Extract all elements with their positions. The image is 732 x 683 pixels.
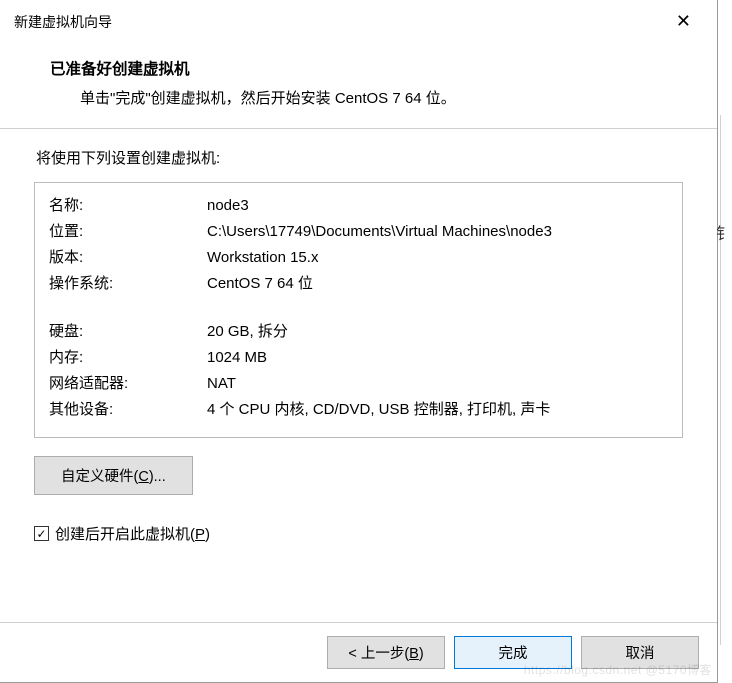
customize-hardware-button[interactable]: 自定义硬件(C)... bbox=[34, 456, 193, 495]
power-on-checkbox-row[interactable]: ✓ 创建后开启此虚拟机(P) bbox=[34, 523, 683, 544]
checkbox-icon[interactable]: ✓ bbox=[34, 526, 49, 541]
settings-intro: 将使用下列设置创建虚拟机: bbox=[34, 147, 683, 168]
setting-row: 内存:1024 MB bbox=[49, 345, 668, 371]
wizard-header: 已准备好创建虚拟机 单击"完成"创建虚拟机，然后开始安装 CentOS 7 64… bbox=[0, 43, 717, 129]
setting-label: 名称: bbox=[49, 193, 207, 219]
setting-value: C:\Users\17749\Documents\Virtual Machine… bbox=[207, 219, 668, 245]
setting-value: 1024 MB bbox=[207, 345, 668, 371]
setting-value: 4 个 CPU 内核, CD/DVD, USB 控制器, 打印机, 声卡 bbox=[207, 397, 668, 423]
setting-value: Workstation 15.x bbox=[207, 245, 668, 271]
setting-label: 硬盘: bbox=[49, 319, 207, 345]
setting-row: 版本:Workstation 15.x bbox=[49, 245, 668, 271]
close-icon[interactable]: ✕ bbox=[664, 5, 703, 38]
setting-label: 操作系统: bbox=[49, 271, 207, 297]
wizard-footer: < 上一步(B) 完成 取消 bbox=[0, 622, 717, 682]
setting-value: NAT bbox=[207, 371, 668, 397]
setting-label: 版本: bbox=[49, 245, 207, 271]
setting-row: 网络适配器:NAT bbox=[49, 371, 668, 397]
wizard-content: 将使用下列设置创建虚拟机: 名称:node3 位置:C:\Users\17749… bbox=[0, 129, 717, 544]
setting-spacer bbox=[49, 297, 668, 319]
setting-value: CentOS 7 64 位 bbox=[207, 271, 668, 297]
side-strip bbox=[720, 115, 732, 645]
setting-label: 网络适配器: bbox=[49, 371, 207, 397]
settings-summary-box: 名称:node3 位置:C:\Users\17749\Documents\Vir… bbox=[34, 182, 683, 438]
cancel-button[interactable]: 取消 bbox=[581, 636, 699, 669]
setting-row: 位置:C:\Users\17749\Documents\Virtual Mach… bbox=[49, 219, 668, 245]
header-subtitle: 单击"完成"创建虚拟机，然后开始安装 CentOS 7 64 位。 bbox=[50, 87, 667, 108]
setting-label: 其他设备: bbox=[49, 397, 207, 423]
setting-row: 操作系统:CentOS 7 64 位 bbox=[49, 271, 668, 297]
wizard-window: 新建虚拟机向导 ✕ 已准备好创建虚拟机 单击"完成"创建虚拟机，然后开始安装 C… bbox=[0, 0, 718, 683]
setting-row: 其他设备:4 个 CPU 内核, CD/DVD, USB 控制器, 打印机, 声… bbox=[49, 397, 668, 423]
checkbox-label: 创建后开启此虚拟机(P) bbox=[55, 523, 210, 544]
setting-row: 硬盘:20 GB, 拆分 bbox=[49, 319, 668, 345]
back-button[interactable]: < 上一步(B) bbox=[327, 636, 445, 669]
setting-label: 位置: bbox=[49, 219, 207, 245]
setting-row: 名称:node3 bbox=[49, 193, 668, 219]
header-title: 已准备好创建虚拟机 bbox=[50, 57, 667, 79]
finish-button[interactable]: 完成 bbox=[454, 636, 572, 669]
window-title: 新建虚拟机向导 bbox=[14, 12, 112, 32]
titlebar: 新建虚拟机向导 ✕ bbox=[0, 0, 717, 43]
setting-value: 20 GB, 拆分 bbox=[207, 319, 668, 345]
setting-value: node3 bbox=[207, 193, 668, 219]
side-char: 钅 bbox=[716, 220, 732, 244]
setting-label: 内存: bbox=[49, 345, 207, 371]
